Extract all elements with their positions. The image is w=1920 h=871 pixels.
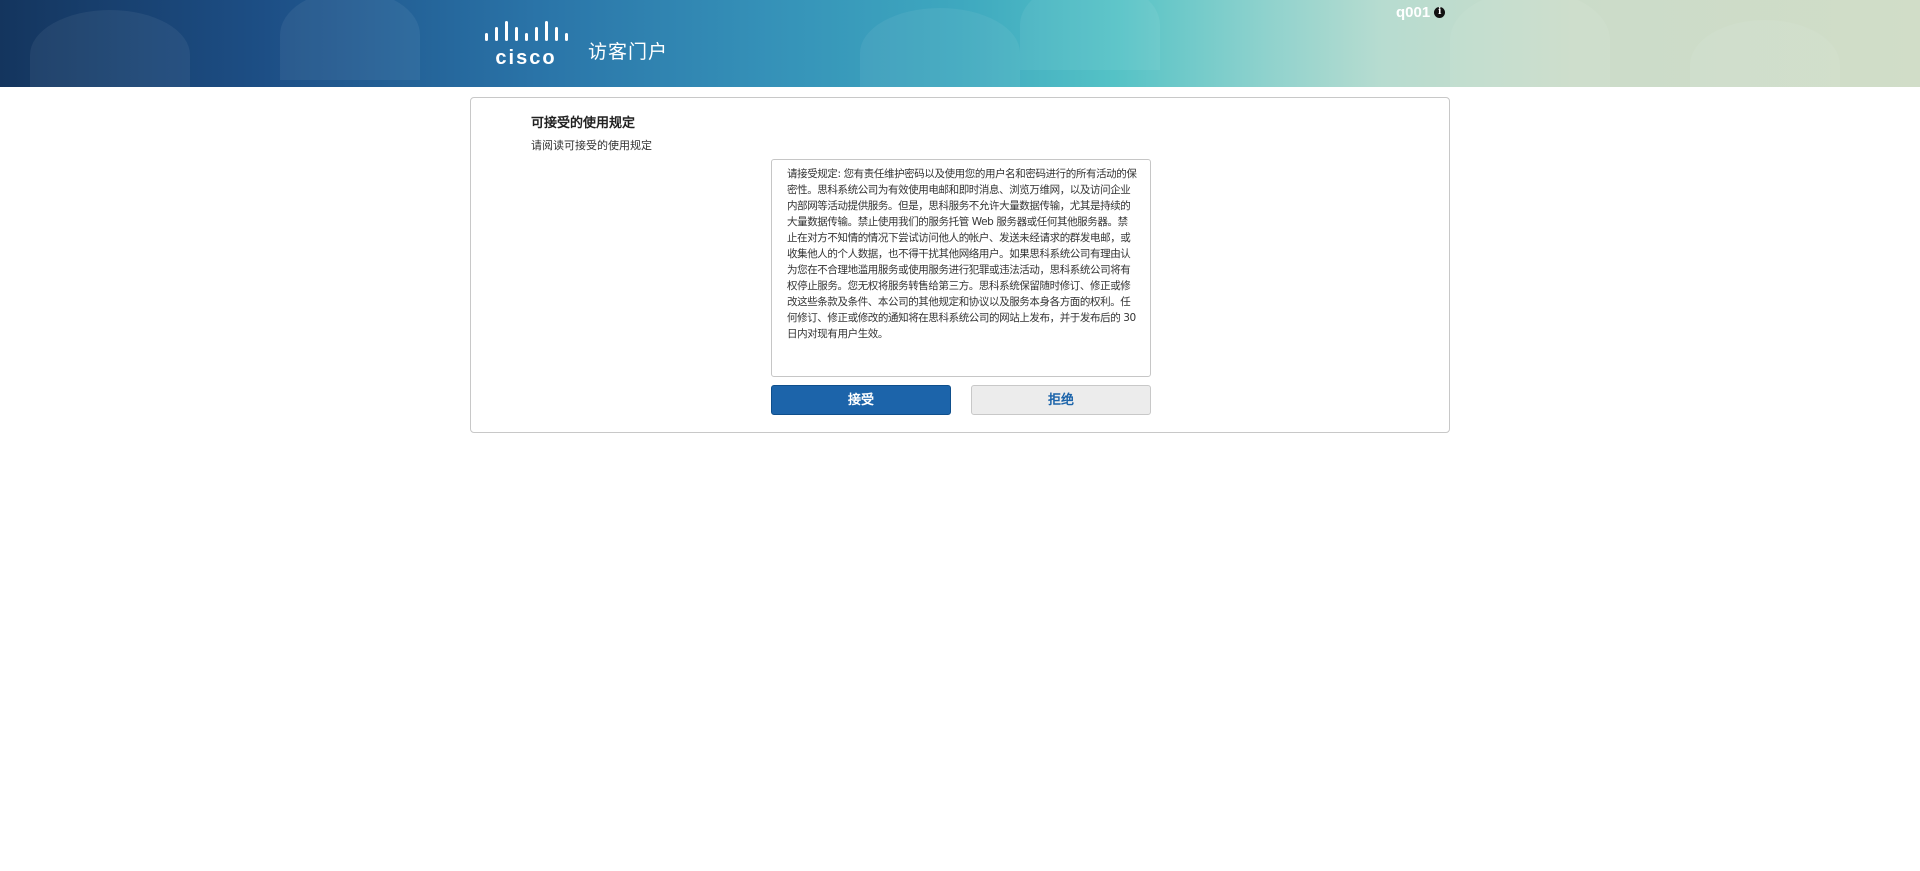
aup-text: 请接受规定: 您有责任维护密码以及使用您的用户名和密码进行的所有活动的保密性。思… — [787, 168, 1137, 340]
aup-heading: 可接受的使用规定 — [531, 116, 636, 131]
banner-decoration — [1020, 0, 1160, 70]
banner-decoration — [860, 8, 1020, 87]
info-icon[interactable]: i — [1434, 7, 1446, 18]
accept-button[interactable]: 接受 — [771, 385, 951, 415]
aup-instruction: 请阅读可接受的使用规定 — [531, 139, 652, 152]
cisco-logo: cisco — [485, 21, 568, 67]
portal-title: 访客门户 — [588, 41, 669, 63]
aup-panel: 可接受的使用规定 请阅读可接受的使用规定 请接受规定: 您有责任维护密码以及使用… — [470, 97, 1450, 433]
aup-text-box[interactable]: 请接受规定: 您有责任维护密码以及使用您的用户名和密码进行的所有活动的保密性。思… — [771, 159, 1151, 377]
banner-decoration — [280, 0, 420, 80]
decline-button[interactable]: 拒绝 — [971, 385, 1151, 415]
user-menu[interactable]: q001 i — [1396, 4, 1446, 21]
banner-decoration — [1690, 20, 1840, 87]
cisco-logo-text: cisco — [495, 47, 556, 67]
banner-decoration — [30, 10, 190, 87]
username[interactable]: q001 — [1396, 4, 1430, 21]
header-banner: cisco 访客门户 q001 i — [0, 0, 1920, 87]
banner-decoration — [1450, 0, 1610, 87]
